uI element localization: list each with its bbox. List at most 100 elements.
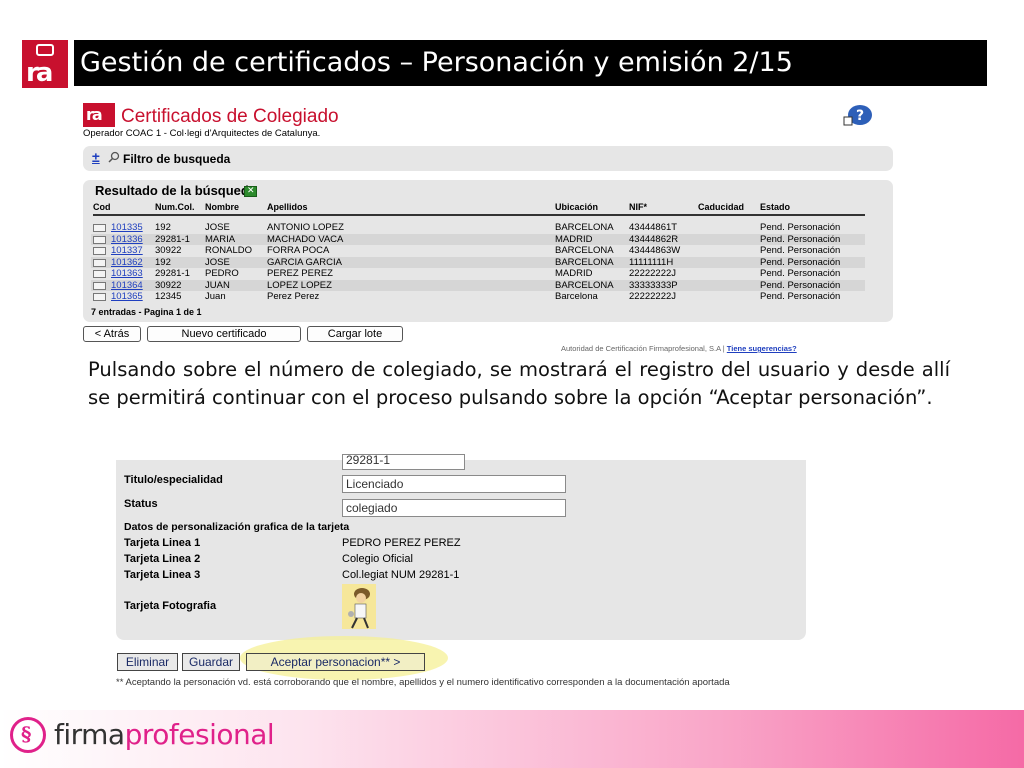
cell-ubicacion: BARCELONA [555,222,614,233]
back-button[interactable]: < Atrás [83,326,141,342]
document-icon [93,235,106,244]
document-icon [93,270,106,278]
cell-apellidos: Perez Perez [267,291,320,302]
row-code-link[interactable]: 101335 [111,222,143,234]
cell-estado: Pend. Personación [760,233,841,245]
cell-nombre: JOSE [205,256,230,268]
cell-estado: Pend. Personación [760,291,841,302]
help-icon[interactable]: ? [843,104,873,126]
col-header: Cod [93,202,111,212]
cell-numcol: 12345 [155,291,182,302]
col-header: Ubicación [555,202,599,212]
cell-apellidos: PEREZ PEREZ [267,268,333,279]
instruction-paragraph: Pulsando sobre el número de colegiado, s… [88,358,950,409]
row-code-link[interactable]: 101337 [111,245,143,257]
col-header: Caducidad [698,202,745,212]
row-code-link[interactable]: 101363 [111,268,143,280]
titulo-field[interactable]: Licenciado [342,475,566,493]
operator-line: Operador COAC 1 - Col·legi d'Arquitectes… [83,128,321,139]
cell-nif: 33333333P [629,279,678,291]
cell-numcol: 30922 [155,279,182,291]
col-header: Apellidos [267,202,308,212]
status-field[interactable]: colegiado [342,499,566,517]
table-row[interactable]: 101362 192 JOSE GARCIA GARCIA BARCELONA … [91,256,865,269]
cell-estado: Pend. Personación [760,222,841,233]
header-rule [93,214,865,216]
cell-numcol: 192 [155,222,171,233]
col-header: Num.Col. [155,202,195,212]
partial-field[interactable]: 29281-1 [342,454,465,470]
accept-personation-button[interactable]: Aceptar personacion** > [246,653,425,671]
cell-ubicacion: Barcelona [555,291,598,302]
status-label: Status [124,498,158,510]
cell-numcol: 29281-1 [155,268,190,279]
delete-button[interactable]: Eliminar [117,653,178,671]
cell-nif: 43444862R [629,233,679,245]
acceptance-note: ** Aceptando la personación vd. está cor… [116,677,730,688]
row-code-link[interactable]: 101362 [111,257,143,269]
row-code-link[interactable]: 101365 [111,291,143,303]
cell-apellidos: GARCIA GARCIA [267,256,342,268]
cell-ubicacion: MADRID [555,268,593,279]
cell-apellidos: ANTONIO LOPEZ [267,222,344,233]
titulo-label: Titulo/especialidad [124,474,223,486]
cell-nombre: JUAN [205,279,230,291]
cert-title: Certificados de Colegiado [121,106,339,127]
cell-ubicacion: MADRID [555,233,593,245]
firmaprofesional-logo-icon: § [10,717,46,753]
cell-nif: 22222222J [629,268,677,279]
cell-nombre: MARIA [205,233,236,245]
cell-ubicacion: BARCELONA [555,279,614,291]
card-line-1-value: PEDRO PEREZ PEREZ [342,537,461,549]
load-batch-button[interactable]: Cargar lote [307,326,403,342]
cell-nif: 43444863W [629,245,681,256]
suggestions-link[interactable]: Tiene sugerencias? [727,344,797,353]
table-row[interactable]: 101337 30922 RONALDO FORRA POCA BARCELON… [91,245,865,257]
document-icon [93,247,106,255]
results-panel: Resultado de la búsqueda Cod Num.Col. No… [83,180,893,322]
cell-estado: Pend. Personación [760,245,841,256]
col-header: NIF* [629,202,647,212]
cell-numcol: 30922 [155,245,182,256]
cell-nombre: RONALDO [205,245,252,256]
pagination-info: 7 entradas - Pagina 1 de 1 [91,307,202,317]
table-row[interactable]: 101364 30922 JUAN LOPEZ LOPEZ BARCELONA … [91,279,865,292]
document-icon [93,258,106,267]
cert-logo: ra [83,103,115,127]
cell-numcol: 29281-1 [155,233,190,245]
firmaprofesional-wordmark: firmaprofesional [54,718,275,751]
cell-apellidos: LOPEZ LOPEZ [267,279,332,291]
results-title: Resultado de la búsqueda [95,183,257,198]
cell-ubicacion: BARCELONA [555,245,614,256]
section-label: Datos de personalización grafica de la t… [124,521,350,533]
new-certificate-button[interactable]: Nuevo certificado [147,326,301,342]
cell-nombre: JOSE [205,222,230,233]
authority-text: Autoridad de Certificación Firmaprofesio… [561,344,725,353]
svg-text:?: ? [856,108,864,124]
row-code-link[interactable]: 101336 [111,234,143,246]
magnifier-icon [108,151,120,163]
cell-apellidos: FORRA POCA [267,245,330,256]
card-line-3-label: Tarjeta Linea 3 [124,569,201,581]
cell-nif: 22222222J [629,291,677,302]
cell-nombre: Juan [205,291,226,302]
card-line-2-value: Colegio Oficial [342,553,413,565]
filter-toggle[interactable]: ± [92,150,100,164]
slide-title: Gestión de certificados – Personación y … [74,40,987,86]
row-code-link[interactable]: 101364 [111,280,143,292]
cell-apellidos: MACHADO VACA [267,233,344,245]
card-line-3-value: Col.legiat NUM 29281-1 [342,569,460,581]
table-row[interactable]: 101363 29281-1 PEDRO PEREZ PEREZ MADRID … [91,268,865,280]
cell-nombre: PEDRO [205,268,239,279]
filter-bar[interactable]: ± Filtro de busqueda [83,146,893,171]
authority-note: Autoridad de Certificación Firmaprofesio… [561,344,797,353]
table-row[interactable]: 101365 12345 Juan Perez Perez Barcelona … [91,291,865,303]
save-button[interactable]: Guardar [182,653,240,671]
cell-nif: 11111111H [629,256,674,268]
cell-ubicacion: BARCELONA [555,256,614,268]
cell-nif: 43444861T [629,222,678,233]
table-row[interactable]: 101336 29281-1 MARIA MACHADO VACA MADRID… [91,233,865,246]
table-row[interactable]: 101335 192 JOSE ANTONIO LOPEZ BARCELONA … [91,222,865,234]
excel-export-icon[interactable] [244,185,257,197]
cell-estado: Pend. Personación [760,256,841,268]
